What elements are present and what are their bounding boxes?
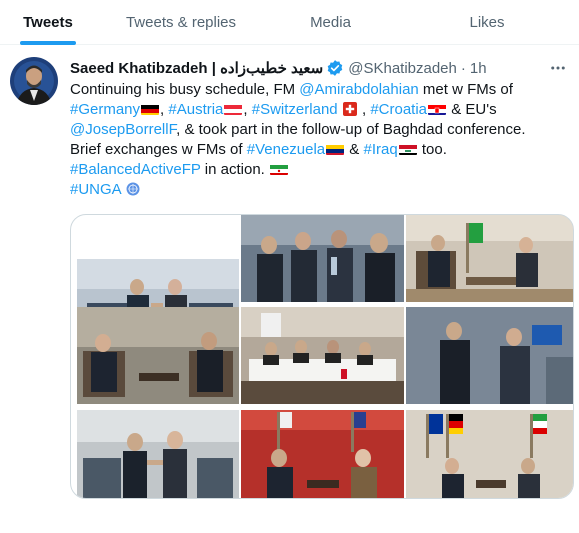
photo-seated-bilateral[interactable] (77, 307, 239, 404)
hashtag-venezuela[interactable]: #Venezuela (247, 141, 325, 158)
tab-media[interactable]: Media (266, 0, 395, 45)
profile-tabs: Tweets Tweets & replies Media Likes (0, 0, 579, 45)
separator-dot: · (460, 59, 466, 77)
tab-tweets-replies[interactable]: Tweets & replies (96, 0, 266, 45)
un-emblem (126, 182, 140, 196)
tab-tweets-label: Tweets (23, 14, 73, 31)
tweet-line-6: #UNGA (70, 180, 570, 200)
text-segment: , (357, 101, 371, 118)
tab-tweets-replies-label: Tweets & replies (125, 14, 237, 31)
tweet-line-3: @JosepBorrellF, & took part in the follo… (70, 120, 570, 140)
photo-delegation-hall[interactable] (241, 215, 404, 302)
tab-tweets[interactable]: Tweets (0, 0, 96, 45)
tweet-time[interactable]: 1h (470, 60, 487, 77)
photo-grid (70, 214, 574, 499)
hashtag-balancedactivefp[interactable]: #BalancedActiveFP (70, 161, 201, 178)
photo-meeting-eu-flags[interactable] (406, 410, 573, 498)
text-segment: too. (417, 141, 447, 158)
verified-badge-icon (326, 59, 344, 77)
photo-conference-table[interactable] (241, 307, 404, 404)
text-segment: Brief exchanges w FMs of (70, 141, 247, 158)
germany-flag (141, 103, 160, 115)
hashtag-croatia[interactable]: #Croatia (370, 101, 427, 118)
hashtag-switzerland[interactable]: #Switzerland (252, 101, 338, 118)
tab-likes-label: Likes (469, 14, 505, 31)
tweet-line-4: Brief exchanges w FMs of #Venezuela & #I… (70, 140, 570, 160)
author-name[interactable]: Saeed Khatibzadeh | سعید خطیب‌زاده (70, 59, 323, 77)
tweet[interactable]: Saeed Khatibzadeh | سعید خطیب‌زاده @SKha… (0, 46, 579, 506)
tab-likes[interactable]: Likes (395, 0, 579, 45)
text-segment: , (243, 101, 252, 118)
photo-meeting-room-flags[interactable] (406, 215, 573, 302)
text-segment: in action. (200, 161, 270, 178)
tab-media-label: Media (310, 14, 351, 31)
mention-josepborrellf[interactable]: @JosepBorrellF (70, 121, 176, 138)
text-segment: , & took part in the follow-up of Baghda… (176, 121, 526, 138)
tweet-text: Continuing his busy schedule, FM @Amirab… (70, 80, 570, 200)
venezuela-flag (326, 143, 345, 155)
croatia-flag (428, 103, 447, 115)
text-segment: met w FMs of (418, 81, 513, 98)
hashtag-austria[interactable]: #Austria (168, 101, 223, 118)
mention-amirabdolahian[interactable]: @Amirabdolahian (299, 81, 418, 98)
austria-flag (224, 103, 243, 115)
avatar[interactable] (10, 57, 58, 105)
switzerland-flag (342, 102, 357, 116)
author-handle[interactable]: @SKhatibzadeh (348, 60, 457, 77)
photo-handshake-croatia[interactable] (77, 410, 239, 498)
more-horizontal-icon[interactable] (546, 56, 570, 80)
photo-standing-conversation[interactable] (406, 307, 573, 404)
active-tab-indicator (20, 41, 76, 45)
photo-seated-red-room[interactable] (241, 410, 404, 498)
iran-flag (270, 163, 289, 175)
hashtag-germany[interactable]: #Germany (70, 101, 140, 118)
hashtag-unga[interactable]: #UNGA (70, 181, 121, 198)
hashtag-iraq[interactable]: #Iraq (363, 141, 397, 158)
tweet-line-1: Continuing his busy schedule, FM @Amirab… (70, 80, 570, 100)
text-segment: Continuing his busy schedule, FM (70, 81, 300, 98)
tweet-line-5: #BalancedActiveFP in action. (70, 160, 570, 180)
tweet-line-2: #Germany, #Austria, #Switzerland , #Croa… (70, 100, 570, 120)
iraq-flag (398, 143, 417, 155)
text-segment: & (345, 141, 364, 158)
text-segment: & EU's (447, 101, 497, 118)
tweet-header: Saeed Khatibzadeh | سعید خطیب‌زاده @SKha… (70, 58, 570, 78)
